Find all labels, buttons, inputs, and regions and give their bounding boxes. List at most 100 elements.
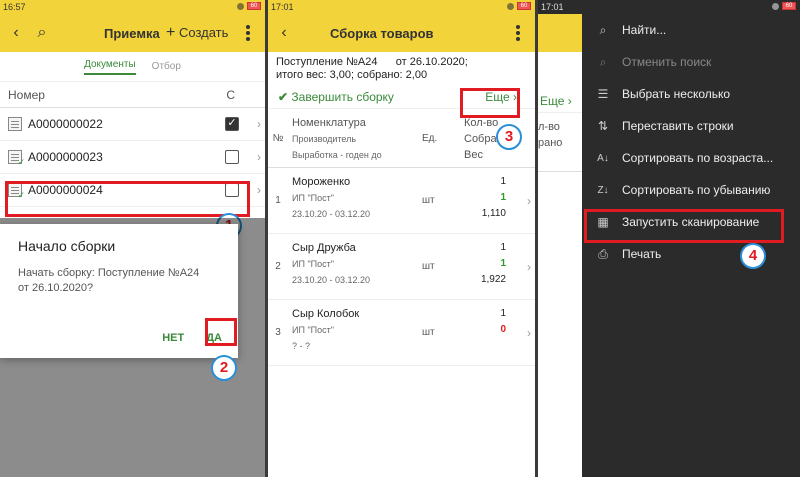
menu-item-sort-desc[interactable]: Z↓ Сортировать по убыванию [582, 174, 800, 206]
more-menu-icon[interactable] [511, 25, 525, 41]
doc-number: А0000000023 [28, 150, 103, 164]
menu-label: Найти... [622, 23, 667, 37]
clock: 17:01 [271, 2, 294, 12]
sort-desc-icon: Z↓ [597, 184, 609, 196]
more-menu-icon[interactable] [241, 25, 255, 41]
print-icon: ⎙ [598, 246, 608, 261]
item-dates: ? - ? [292, 341, 311, 351]
table-row[interactable]: 1 Мороженко ИП "Пост" 23.10.20 - 03.12.2… [268, 168, 535, 234]
col-weight: Вес [464, 149, 483, 161]
item-weight: 1,110 [481, 208, 506, 219]
row-qty-group: 1 1 1,110 [460, 168, 510, 233]
chevron-right-icon: › [527, 194, 531, 208]
item-qty: 1 [500, 176, 506, 187]
overflow-menu: ⌕ Найти... ⌕ Отменить поиск ☰ Выбрать неско… [582, 14, 800, 477]
document-icon [8, 117, 22, 131]
more-button[interactable]: Еще › [485, 90, 517, 104]
status-bar: 16:57 60 [0, 0, 265, 14]
col-unit: Ед. [422, 132, 438, 144]
status-icons: 60 [237, 2, 261, 10]
step-marker: 4 [740, 243, 766, 269]
subtabs: Документы Отбор [0, 52, 265, 82]
item-producer: ИП "Пост" [292, 325, 334, 335]
item-weight: 1,922 [480, 274, 506, 285]
doc-number: А0000000024 [28, 183, 103, 197]
list-item[interactable]: А0000000024 › [0, 174, 265, 207]
yes-button[interactable]: ДА [206, 332, 222, 344]
bg-more-button: Еще › [540, 94, 572, 108]
checkbox[interactable] [225, 183, 239, 197]
finish-button[interactable]: ✔ Завершить сборку [278, 90, 394, 104]
reorder-icon: ⇅ [597, 119, 609, 133]
table-row[interactable]: 3 Сыр Колобок ИП "Пост" ? - ? шт 1 0 › [268, 300, 535, 366]
menu-item-select-multiple[interactable]: ☰ Выбрать несколько [582, 78, 800, 110]
menu-label: Сортировать по убыванию [622, 183, 771, 197]
toolbar: ‹ ⌕ Приемка + Создать [0, 14, 265, 52]
menu-item-print[interactable]: ⎙ Печать [582, 238, 800, 270]
bg-more-label: Еще [540, 94, 565, 108]
item-unit: шт [422, 327, 435, 338]
back-icon[interactable]: ‹ [6, 23, 26, 43]
column-check: С [226, 87, 235, 102]
row-no: 2 [275, 261, 281, 272]
battery-icon: 60 [247, 2, 261, 10]
doc-number: А0000000022 [28, 117, 103, 131]
item-dates: 23.10.20 - 03.12.20 [292, 275, 371, 285]
item-qty: 1 [500, 308, 506, 319]
menu-item-sort-asc[interactable]: A↓ Сортировать по возраста... [582, 142, 800, 174]
document-check-icon [8, 150, 25, 168]
back-icon[interactable]: ‹ [274, 23, 294, 43]
col-nomenclature: Номенклатура [292, 117, 366, 129]
row-qty-group: 1 1 1,922 [460, 234, 510, 299]
chevron-right-icon: › [527, 326, 531, 340]
chevron-right-icon: › [257, 150, 261, 164]
tab-documents[interactable]: Документы [84, 59, 136, 75]
no-button[interactable]: НЕТ [162, 332, 184, 344]
item-collected: 0 [500, 324, 506, 335]
item-qty: 1 [500, 242, 506, 253]
battery-icon: 60 [782, 2, 796, 10]
menu-label: Запустить сканирование [622, 215, 760, 229]
item-producer: ИП "Пост" [292, 259, 334, 269]
screen-documents: 16:57 60 ‹ ⌕ Приемка + Создать Документы… [0, 0, 265, 477]
item-unit: шт [422, 195, 435, 206]
search-icon[interactable]: ⌕ [32, 23, 52, 43]
list-item[interactable]: А0000000023 › [0, 141, 265, 174]
dialog-text-line1: Начать сборку: Поступление №А24 [18, 267, 200, 279]
checkbox-checked[interactable]: ✓ [225, 117, 239, 131]
item-dates: 23.10.20 - 03.12.20 [292, 209, 371, 219]
row-name-group: Сыр Колобок ИП "Пост" ? - ? [288, 300, 420, 365]
status-icons: 60 [507, 2, 531, 10]
item-name: Сыр Колобок [292, 308, 360, 320]
create-label: Создать [178, 25, 229, 40]
clock: 17:01 [541, 2, 564, 12]
tab-filter[interactable]: Отбор [152, 61, 181, 72]
document-check-icon [8, 183, 25, 201]
screen-menu: 17:01 60 Еще › л-во рано ⌕ Найти... ⌕ Отме… [538, 0, 800, 477]
step-marker: 2 [211, 355, 237, 381]
cancel-search-icon: ⌕ [599, 54, 607, 69]
bg-col-qty: л-во [538, 121, 560, 133]
background-screen: Еще › л-во рано [538, 14, 582, 477]
chevron-right-icon: › [257, 183, 261, 197]
table-row[interactable]: 2 Сыр Дружба ИП "Пост" 23.10.20 - 03.12.… [268, 234, 535, 300]
menu-item-start-scan[interactable]: ▦ Запустить сканирование [582, 206, 800, 238]
row-no: 3 [275, 327, 281, 338]
menu-label: Переставить строки [622, 119, 734, 133]
menu-item-find[interactable]: ⌕ Найти... [582, 14, 800, 46]
row-name-group: Сыр Дружба ИП "Пост" 23.10.20 - 03.12.20 [288, 234, 420, 299]
row-no: 1 [275, 195, 281, 206]
checkbox[interactable] [225, 150, 239, 164]
status-bar: 17:01 60 [268, 0, 535, 14]
item-collected: 1 [500, 192, 506, 203]
battery-icon: 60 [517, 2, 531, 10]
step-marker: 3 [496, 124, 522, 150]
list-header: Номер С [0, 82, 265, 108]
toolbar: ‹ Сборка товаров [268, 14, 535, 52]
confirm-dialog: Начало сборки Начать сборку: Поступление… [0, 224, 238, 358]
menu-label: Выбрать несколько [622, 87, 731, 101]
menu-item-reorder[interactable]: ⇅ Переставить строки [582, 110, 800, 142]
chevron-right-icon: › [513, 90, 517, 104]
create-button[interactable]: + Создать [166, 24, 228, 42]
list-item[interactable]: А0000000022 ✓ › [0, 108, 265, 141]
